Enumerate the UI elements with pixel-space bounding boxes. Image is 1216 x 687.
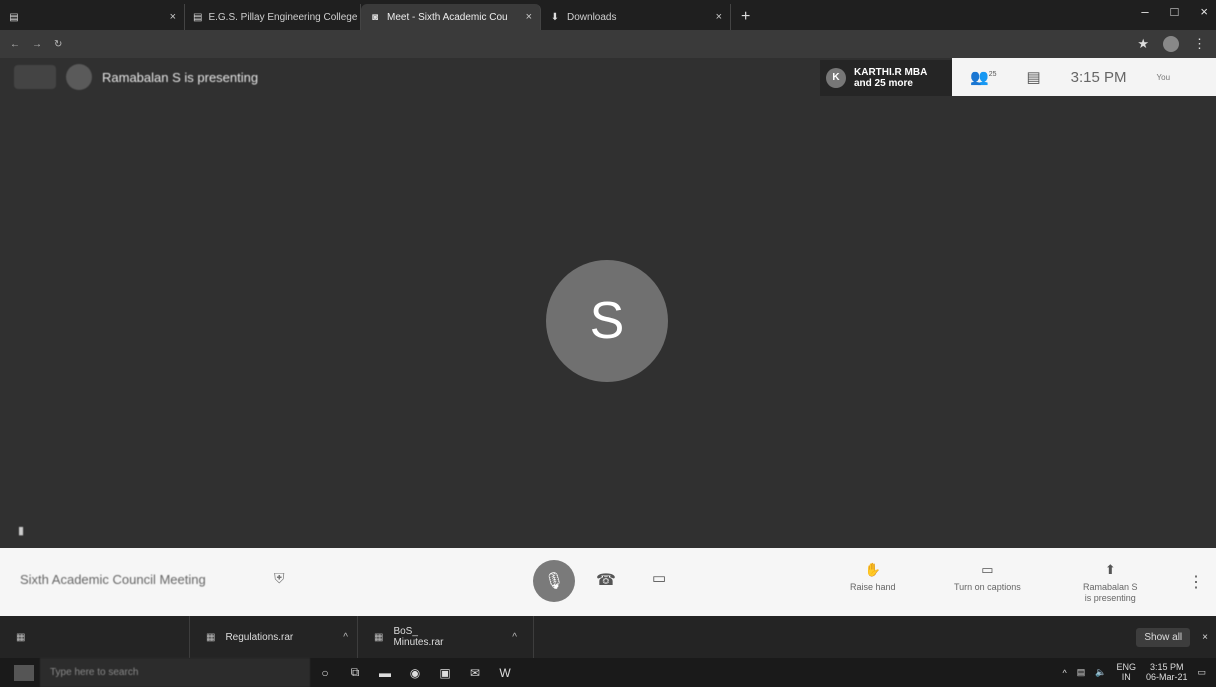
- browser-tab-strip: ▤ × ▤ E.G.S. Pillay Engineering College …: [0, 0, 1216, 30]
- language-indicator[interactable]: ENG IN: [1116, 662, 1136, 683]
- close-tab-icon[interactable]: ×: [170, 11, 176, 23]
- meet-control-bar: Sixth Academic Council Meeting ⛨ 🎙 ☎ ▭ ✋…: [0, 548, 1216, 616]
- archive-icon: ▦: [206, 631, 216, 643]
- tab-label: Meet - Sixth Academic Cou: [387, 11, 508, 23]
- taskbar-search-box[interactable]: Type here to search: [40, 658, 310, 687]
- chip-more: and 25 more: [854, 78, 913, 89]
- system-tray: ^ ▤ 🔈 ENG IN 3:15 PM 06-Mar-21 ▭: [1062, 662, 1216, 683]
- raise-hand-label: Raise hand: [850, 582, 896, 592]
- volume-icon[interactable]: 🔈: [1095, 667, 1106, 678]
- shield-icon[interactable]: ⛨: [274, 570, 285, 587]
- download-item[interactable]: ▦: [0, 616, 190, 658]
- menu-kebab-icon[interactable]: ⋮: [1193, 36, 1206, 52]
- address-bar: ← → ↻ ★ ⋮: [0, 30, 1216, 58]
- chat-icon[interactable]: ▤: [1026, 68, 1040, 86]
- participant-avatar-large: S: [546, 260, 668, 382]
- downloads-bar: ▦ ▦ Regulations.rar ^ ▦ BoS_ Minutes.rar…: [0, 616, 1216, 658]
- present-screen-icon: ⬆: [1104, 562, 1116, 577]
- start-button[interactable]: [14, 664, 34, 681]
- presenting-banner: Ramabalan S is presenting: [14, 64, 258, 90]
- task-view-icon[interactable]: ⧉: [340, 665, 370, 680]
- window-controls: – □ ×: [1141, 4, 1208, 19]
- mail-icon[interactable]: ✉: [460, 666, 490, 680]
- chip-name: KARTHI.R MBA: [854, 66, 928, 78]
- archive-icon: ▦: [374, 631, 384, 643]
- windows-taskbar: Type here to search ○ ⧉ ▬ ◉ ▣ ✉ W ^ ▤ 🔈 …: [0, 658, 1216, 687]
- close-window-button[interactable]: ×: [1200, 4, 1208, 19]
- presenting-label-line2: is presenting: [1084, 593, 1136, 603]
- meeting-title[interactable]: Sixth Academic Council Meeting: [20, 572, 206, 587]
- download-name: Regulations.rar: [225, 631, 294, 643]
- participants-chip[interactable]: K KARTHI.R MBA and 25 more: [820, 60, 952, 96]
- tab-label: E.G.S. Pillay Engineering College: [208, 11, 358, 23]
- download-name: BoS_ Minutes.rar: [393, 626, 444, 648]
- participant-count-badge: 25: [988, 71, 997, 78]
- download-item[interactable]: ▦ Regulations.rar ^: [190, 616, 358, 658]
- page-icon: ▤: [193, 11, 203, 23]
- presenter-avatar: [66, 64, 92, 90]
- word-icon[interactable]: W: [490, 666, 520, 680]
- people-icon[interactable]: 👥25: [970, 68, 996, 86]
- notification-icon[interactable]: ▭: [1197, 667, 1206, 678]
- show-all-button[interactable]: Show all: [1136, 627, 1191, 647]
- reload-icon[interactable]: ↻: [54, 39, 62, 50]
- bookmark-star-icon[interactable]: ★: [1137, 36, 1149, 52]
- avatar: K: [826, 68, 846, 88]
- meeting-time: 3:15 PM: [1070, 68, 1127, 86]
- tab-blurred[interactable]: ▤ ×: [0, 4, 185, 30]
- self-view-label[interactable]: You: [1157, 73, 1171, 82]
- mic-toggle-button[interactable]: 🎙: [533, 560, 575, 602]
- explorer-icon[interactable]: ▬: [370, 666, 400, 680]
- meet-icon: ◙: [371, 11, 379, 23]
- tab-meet[interactable]: ◙ Meet - Sixth Academic Cou ×: [361, 4, 541, 30]
- captions-icon: ▭: [981, 562, 994, 577]
- tab-college[interactable]: ▤ E.G.S. Pillay Engineering College ×: [185, 4, 361, 30]
- hang-up-button[interactable]: ☎: [596, 570, 616, 590]
- forward-icon[interactable]: →: [32, 39, 42, 50]
- captions-label: Turn on captions: [954, 582, 1021, 592]
- tab-downloads[interactable]: ⬇ Downloads ×: [541, 4, 731, 30]
- presenting-button[interactable]: ⬆ Ramabalan S is presenting: [1083, 562, 1138, 603]
- chevron-up-icon[interactable]: ^: [512, 632, 517, 643]
- mic-off-icon: ▮: [18, 525, 25, 537]
- network-icon[interactable]: ▤: [1077, 667, 1086, 678]
- maximize-button[interactable]: □: [1171, 4, 1179, 19]
- captions-button[interactable]: ▭ Turn on captions: [954, 562, 1021, 592]
- cortana-icon[interactable]: ○: [310, 666, 340, 680]
- more-options-icon[interactable]: ⋮: [1188, 572, 1204, 592]
- camera-toggle-button[interactable]: ▭: [652, 569, 666, 587]
- presenting-text: Ramabalan S is presenting: [102, 69, 259, 85]
- meet-stage: Ramabalan S is presenting K KARTHI.R MBA…: [0, 58, 1216, 548]
- new-tab-button[interactable]: +: [731, 4, 760, 30]
- app-icon[interactable]: ▣: [430, 666, 460, 680]
- profile-avatar[interactable]: [1163, 36, 1179, 52]
- chrome-icon[interactable]: ◉: [400, 666, 430, 680]
- file-icon: ▦: [16, 631, 26, 643]
- toolbar-right: ★ ⋮: [1137, 36, 1206, 52]
- close-tab-icon[interactable]: ×: [526, 11, 532, 23]
- download-icon: ⬇: [550, 11, 560, 23]
- close-tab-icon[interactable]: ×: [716, 11, 722, 23]
- presentation-thumbnail: [14, 65, 56, 89]
- screen: ▤ × ▤ E.G.S. Pillay Engineering College …: [0, 0, 1216, 687]
- region-code: IN: [1121, 671, 1131, 682]
- page-icon: ▤: [9, 11, 19, 23]
- taskbar-clock[interactable]: 3:15 PM 06-Mar-21: [1145, 662, 1188, 683]
- downloads-right: Show all ×: [1136, 627, 1216, 647]
- presenting-label-line1: Ramabalan S: [1083, 582, 1138, 592]
- minimize-button[interactable]: –: [1141, 4, 1148, 19]
- clock-date: 06-Mar-21: [1145, 671, 1188, 682]
- download-item[interactable]: ▦ BoS_ Minutes.rar ^: [358, 616, 534, 658]
- participant-name-tag: ▮: [18, 524, 32, 537]
- chevron-up-icon[interactable]: ^: [343, 632, 348, 643]
- tab-label: Downloads: [567, 11, 617, 23]
- back-icon[interactable]: ←: [10, 39, 20, 50]
- chevron-up-icon[interactable]: ^: [1062, 668, 1066, 678]
- hand-icon: ✋: [864, 562, 881, 577]
- close-downloads-icon[interactable]: ×: [1202, 632, 1208, 643]
- meet-topright-panel: 👥25 ▤ 3:15 PM You: [952, 58, 1216, 96]
- raise-hand-button[interactable]: ✋ Raise hand: [850, 562, 896, 592]
- mic-off-icon: 🎙: [543, 573, 565, 590]
